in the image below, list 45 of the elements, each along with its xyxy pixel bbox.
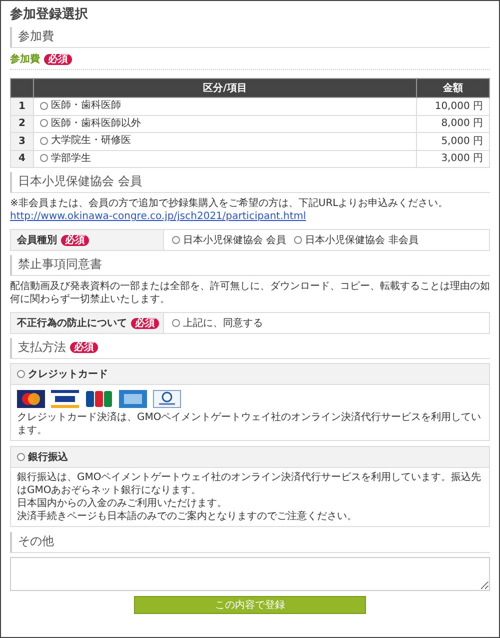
radio-option[interactable]: 医師・歯科医師 [40,99,121,112]
column-header: 金額 [416,78,490,98]
table-cell: 8,000 円 [416,115,490,132]
url-link[interactable]: http://www.okinawa-congre.co.jp/jsch2021/participant.html [10,211,306,222]
section-heading: 参加費 [18,28,54,45]
section-heading: 禁止事項同意書 [18,256,102,273]
required-badge: 必須 [70,342,98,353]
table-cell: 5,000 円 [416,132,490,150]
description-text: 銀行振込は、GMOペイメントゲートウェイ社のオンライン決済代行サービスを利用しています。振込先はGMOあおぞらネット銀行になります。 [17,471,482,497]
description-text: 日本国内からの入金のみご利用いただけます。 [17,497,228,510]
table-cell: 10,000 円 [416,98,490,115]
page-title: 参加登録選択 [10,6,89,23]
field-label: 会員種別 [17,234,57,247]
field-label: 不正行為の防止について [17,316,127,330]
credit-card-icon [85,390,113,408]
section-heading: 支払方法 [18,339,66,356]
radio-option[interactable]: 銀行振込 [17,450,68,464]
credit-card-icon [153,390,181,408]
radio-option[interactable]: 学部学生 [40,152,91,164]
credit-card-icon [51,390,79,408]
section-heading: その他 [18,533,54,550]
field-label: 参加費 [10,52,40,66]
consent-text: 配信動画及び発表資料の一部または全部を、許可無しに、ダウンロード、コピー、転載することは理由の如何に関わらず一切禁止いたします。 [10,280,490,306]
description-text: クレジットカード決済は、GMOペイメントゲートウェイ社のオンライン決済代行サービスを利用しています。 [17,411,482,437]
radio-option[interactable]: 上記に、同意する [172,316,263,330]
radio-option[interactable]: 日本小児保健協会 会員 [172,233,286,247]
radio-option[interactable]: 日本小児保健協会 非会員 [294,233,418,247]
row-number: 3 [10,132,34,150]
row-number: 2 [10,115,34,132]
radio-option[interactable]: 大学院生・研修医 [40,134,131,147]
required-badge: 必須 [44,54,72,64]
description-text: 決済手続きページも日本語のみでのご案内となりますのでご注意ください。 [17,510,358,523]
column-header: 区分/項目 [34,78,416,98]
comment-field[interactable] [10,557,490,591]
radio-option[interactable]: 医師・歯科医師以外 [40,116,141,130]
row-number: 4 [10,150,34,168]
credit-card-icon [119,390,147,408]
row-number: 1 [10,98,34,115]
table-cell: 3,000 円 [416,150,490,168]
section-heading: 日本小児保健協会 会員 [18,173,142,190]
required-badge: 必須 [61,234,89,246]
credit-card-icon [17,390,45,408]
required-badge: 必須 [131,318,159,328]
radio-option[interactable]: クレジットカード [17,367,108,381]
note-text: ※非会員または、会員の方で追加で抄録集購入をご希望の方は、下記URLよりお申込みください。 [10,197,450,210]
